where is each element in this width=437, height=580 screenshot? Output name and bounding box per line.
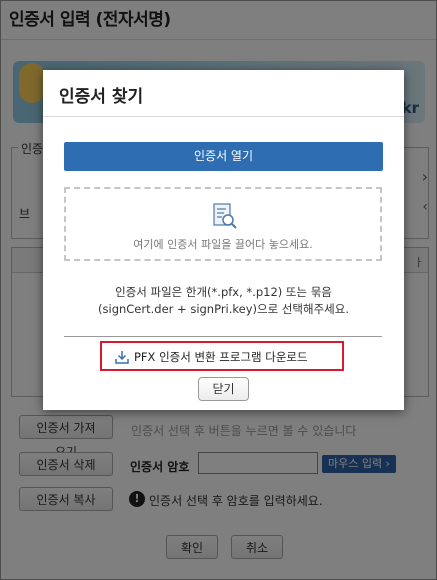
dialog-title: 인증서 찾기 bbox=[59, 87, 144, 107]
find-certificate-dialog: 인증서 찾기 인증서 열기 여기에 인증서 파일을 끌어다 놓으세요. 인증서 … bbox=[43, 70, 404, 410]
certificate-search-icon bbox=[213, 203, 237, 229]
download-icon bbox=[115, 351, 129, 364]
dialog-title-divider bbox=[43, 116, 404, 117]
description-line-1: 인증서 파일은 한개(*.pfx, *.p12) 또는 묶음 bbox=[115, 285, 332, 299]
dialog-separator bbox=[64, 336, 382, 337]
pfx-download-link[interactable]: PFX 인증서 변환 프로그램 다운로드 bbox=[100, 341, 344, 371]
file-description: 인증서 파일은 한개(*.pfx, *.p12) 또는 묶음 (signCert… bbox=[53, 284, 394, 318]
description-line-2: (signCert.der + signPri.key)으로 선택해주세요. bbox=[98, 302, 349, 316]
pfx-download-label: PFX 인증서 변환 프로그램 다운로드 bbox=[134, 350, 308, 364]
close-button[interactable]: 닫기 bbox=[198, 377, 249, 401]
open-certificate-button[interactable]: 인증서 열기 bbox=[64, 142, 383, 171]
drop-hint: 여기에 인증서 파일을 끌어다 놓으세요. bbox=[133, 238, 313, 251]
file-drop-zone[interactable]: 여기에 인증서 파일을 끌어다 놓으세요. bbox=[64, 187, 382, 261]
